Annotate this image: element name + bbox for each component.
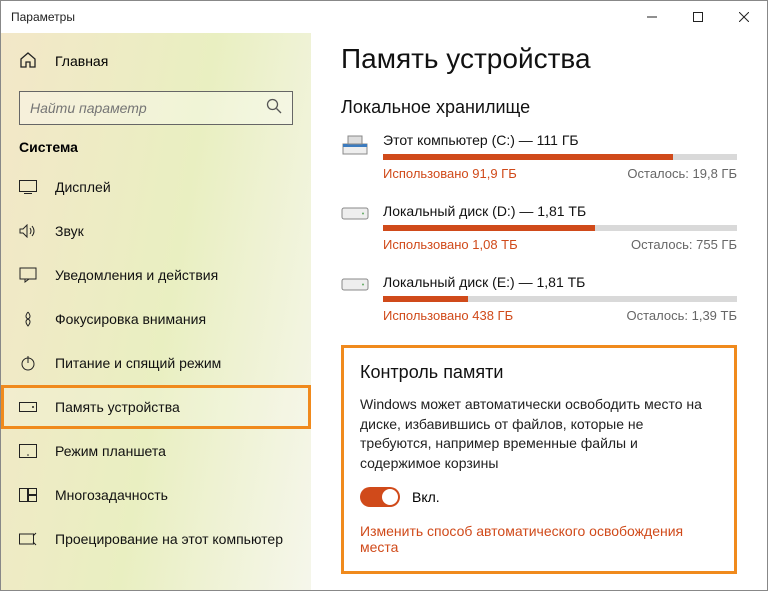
nav-label: Уведомления и действия <box>55 267 218 283</box>
toggle-knob <box>382 489 398 505</box>
drive-bar-fill <box>383 154 673 160</box>
display-icon <box>19 178 37 196</box>
window-title: Параметры <box>11 10 75 24</box>
nav-label: Проецирование на этот компьютер <box>55 531 283 547</box>
main-content: Память устройства Локальное хранилище Эт… <box>311 33 767 590</box>
focus-icon <box>19 310 37 328</box>
power-icon <box>19 354 37 372</box>
home-button[interactable]: Главная <box>1 41 311 81</box>
home-label: Главная <box>55 53 108 69</box>
drive-bar-fill <box>383 225 595 231</box>
nav-label: Питание и спящий режим <box>55 355 221 371</box>
drive-d[interactable]: Локальный диск (D:) — 1,81 ТБ Использова… <box>341 203 737 252</box>
search-field[interactable] <box>30 100 266 116</box>
minimize-button[interactable] <box>629 1 675 33</box>
drive-name: Локальный диск (D:) — 1,81 ТБ <box>383 203 737 219</box>
storage-sense-toggle[interactable] <box>360 487 400 507</box>
drive-name: Этот компьютер (C:) — 111 ГБ <box>383 132 737 148</box>
storage-sense-title: Контроль памяти <box>360 362 718 383</box>
toggle-label: Вкл. <box>412 489 440 505</box>
nav-label: Многозадачность <box>55 487 168 503</box>
sound-icon <box>19 222 37 240</box>
sidebar-item-multitask[interactable]: Многозадачность <box>1 473 311 517</box>
sidebar-item-sound[interactable]: Звук <box>1 209 311 253</box>
nav-label: Режим планшета <box>55 443 166 459</box>
storage-sense-desc: Windows может автоматически освободить м… <box>360 395 718 473</box>
drive-used: Использовано 438 ГБ <box>383 308 513 323</box>
section-heading: Система <box>1 139 311 155</box>
sidebar-item-storage[interactable]: Память устройства <box>1 385 311 429</box>
drive-free: Осталось: 755 ГБ <box>631 237 737 252</box>
drive-d-icon <box>341 205 369 233</box>
sidebar-item-power[interactable]: Питание и спящий режим <box>1 341 311 385</box>
storage-sense-box: Контроль памяти Windows может автоматиче… <box>341 345 737 574</box>
sidebar-item-projecting[interactable]: Проецирование на этот компьютер <box>1 517 311 561</box>
drive-bar <box>383 154 737 160</box>
close-button[interactable] <box>721 1 767 33</box>
nav-label: Фокусировка внимания <box>55 311 206 327</box>
sidebar: Главная Система Дисплей Звук Уведомления… <box>1 33 311 590</box>
notifications-icon <box>19 266 37 284</box>
storage-icon <box>19 398 37 416</box>
search-input[interactable] <box>19 91 293 125</box>
drive-free: Осталось: 1,39 ТБ <box>627 308 738 323</box>
drive-e[interactable]: Локальный диск (E:) — 1,81 ТБ Использова… <box>341 274 737 323</box>
tablet-icon <box>19 442 37 460</box>
drive-bar-fill <box>383 296 468 302</box>
drive-free: Осталось: 19,8 ГБ <box>627 166 737 181</box>
nav-label: Звук <box>55 223 84 239</box>
sidebar-item-focus[interactable]: Фокусировка внимания <box>1 297 311 341</box>
drive-c[interactable]: Этот компьютер (C:) — 111 ГБ Использован… <box>341 132 737 181</box>
local-storage-heading: Локальное хранилище <box>341 97 737 118</box>
sidebar-item-notifications[interactable]: Уведомления и действия <box>1 253 311 297</box>
nav-label: Память устройства <box>55 399 180 415</box>
drive-e-icon <box>341 276 369 304</box>
nav-label: Дисплей <box>55 179 111 195</box>
page-title: Память устройства <box>341 43 737 75</box>
storage-sense-link[interactable]: Изменить способ автоматического освобожд… <box>360 523 718 555</box>
titlebar: Параметры <box>1 1 767 33</box>
maximize-button[interactable] <box>675 1 721 33</box>
drive-bar <box>383 225 737 231</box>
drive-used: Использовано 91,9 ГБ <box>383 166 517 181</box>
drive-c-icon <box>341 134 369 162</box>
sidebar-item-display[interactable]: Дисплей <box>1 165 311 209</box>
search-icon <box>266 98 282 119</box>
multitask-icon <box>19 486 37 504</box>
sidebar-item-tablet[interactable]: Режим планшета <box>1 429 311 473</box>
drive-bar <box>383 296 737 302</box>
drive-used: Использовано 1,08 ТБ <box>383 237 518 252</box>
projecting-icon <box>19 530 37 548</box>
drive-name: Локальный диск (E:) — 1,81 ТБ <box>383 274 737 290</box>
settings-window: Параметры Главная Система Дисплей Звук <box>0 0 768 591</box>
home-icon <box>19 51 37 72</box>
